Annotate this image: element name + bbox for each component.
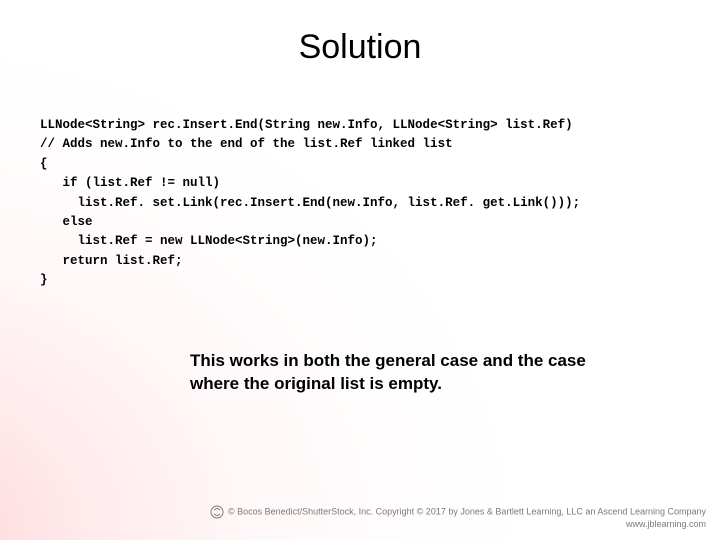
code-line: return list.Ref; [40, 254, 183, 268]
code-line: } [40, 273, 48, 287]
slide: Solution LLNode<String> rec.Insert.End(S… [0, 0, 720, 540]
code-line: LLNode<String> rec.Insert.End(String new… [40, 118, 573, 132]
code-line: list.Ref. set.Link(rec.Insert.End(new.In… [40, 196, 580, 210]
code-line: { [40, 157, 48, 171]
slide-title: Solution [0, 28, 720, 67]
footer-copyright: © Bocos Benedict/ShutterStock, Inc. Copy… [228, 506, 706, 516]
explanation-text: This works in both the general case and … [190, 350, 610, 396]
code-line: else [40, 215, 93, 229]
code-line: if (list.Ref != null) [40, 176, 220, 190]
footer: © Bocos Benedict/ShutterStock, Inc. Copy… [210, 505, 706, 530]
footer-url: www.jblearning.com [626, 519, 706, 529]
publisher-logo-icon [210, 505, 224, 519]
code-block: LLNode<String> rec.Insert.End(String new… [40, 116, 680, 290]
code-line: // Adds new.Info to the end of the list.… [40, 137, 453, 151]
code-line: list.Ref = new LLNode<String>(new.Info); [40, 234, 378, 248]
